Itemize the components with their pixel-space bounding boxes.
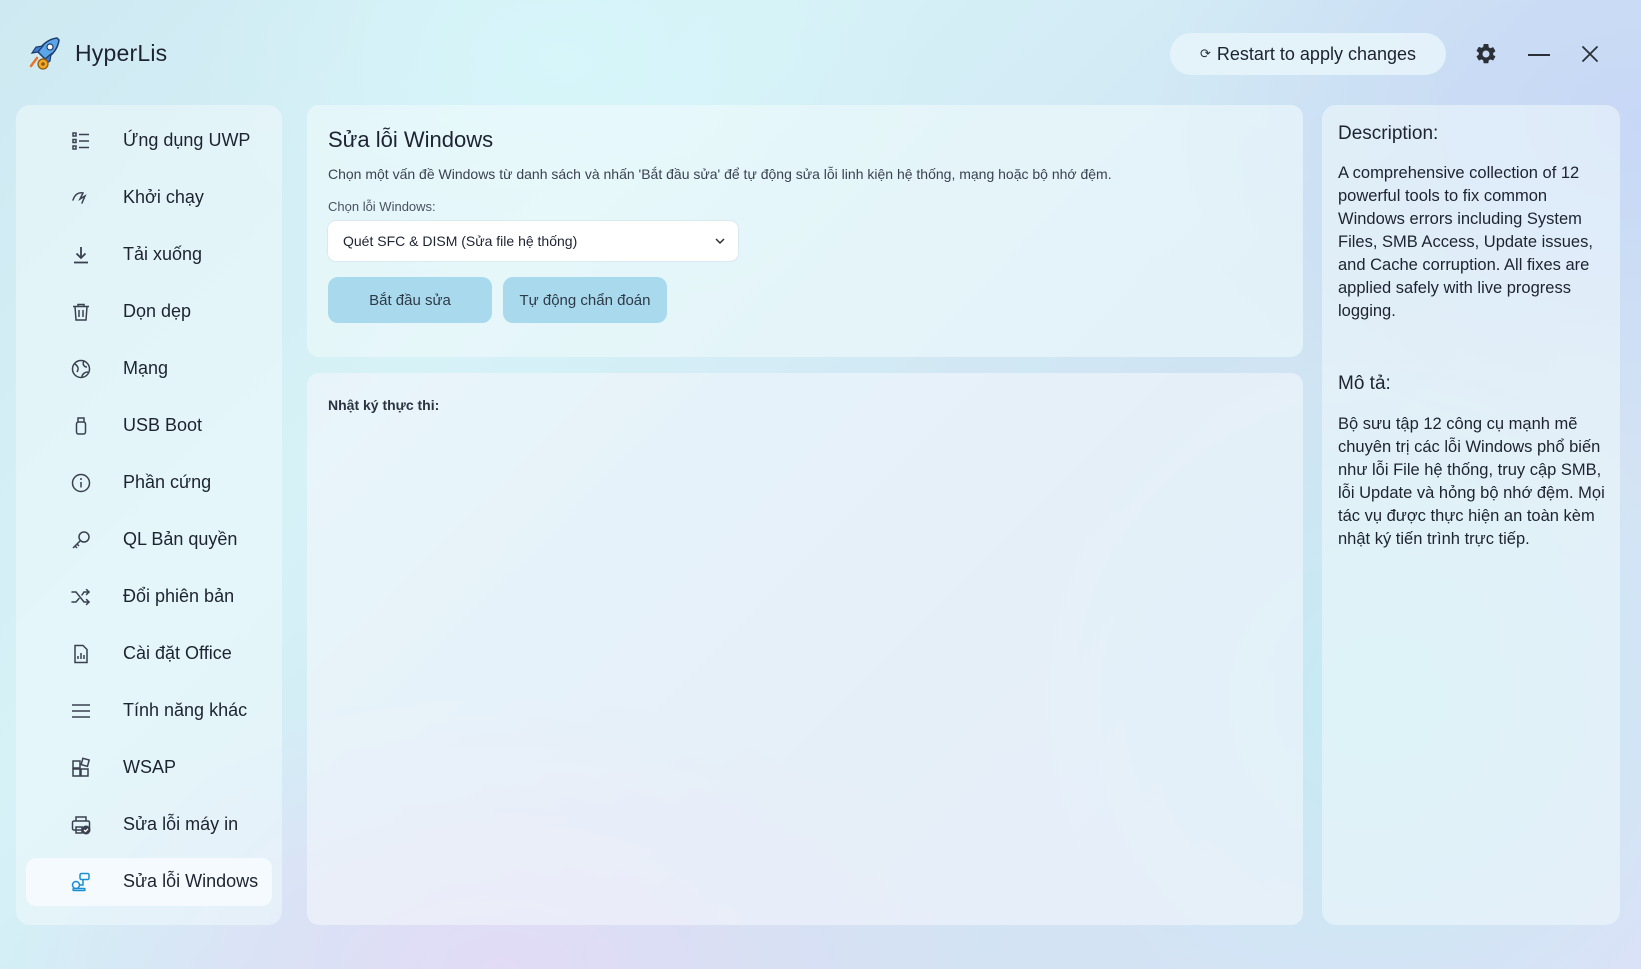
description-text: A comprehensive collection of 12 powerfu… — [1338, 164, 1593, 320]
windows-error-select[interactable]: Quét SFC & DISM (Sửa file hệ thống) — [328, 221, 738, 261]
sidebar-item-license[interactable]: QL Bản quyền — [26, 516, 272, 564]
sidebar-item-label: USB Boot — [123, 415, 203, 435]
sidebar-item-label: Ứng dụng UWP — [123, 130, 251, 150]
list-icon — [72, 132, 89, 150]
mota-heading: Mô tả: — [1338, 373, 1391, 394]
sidebar-item-office[interactable]: Cài đặt Office — [26, 630, 272, 678]
office-icon — [74, 644, 88, 664]
page-title: Sửa lỗi Windows — [328, 127, 494, 152]
sidebar-item-network[interactable]: Mạng — [26, 345, 272, 393]
sidebar-item-label: Đổi phiên bản — [123, 586, 235, 606]
sidebar-item-label: Tính năng khác — [123, 700, 248, 720]
globe-icon — [71, 359, 91, 379]
minimize-button[interactable] — [1526, 42, 1552, 66]
description-heading: Description: — [1338, 123, 1439, 144]
apps-icon — [72, 757, 91, 777]
restart-label: Restart to apply changes — [1216, 43, 1417, 64]
startup-icon — [72, 192, 87, 204]
auto-diagnose-button[interactable]: Tự động chẩn đoán — [503, 277, 667, 323]
download-icon — [74, 247, 88, 264]
refresh-icon: ⟳ — [1199, 46, 1211, 61]
key-icon — [72, 531, 90, 549]
sidebar-item-startup[interactable]: Khởi chạy — [26, 174, 272, 222]
restart-button[interactable]: ⟳ Restart to apply changes — [1170, 33, 1446, 75]
selected-option: Quét SFC & DISM (Sửa file hệ thống) — [343, 233, 578, 249]
sidebar: Ứng dụng UWP Khởi chạy Tải xuống Dọn dẹp… — [16, 105, 282, 925]
sidebar-item-wsap[interactable]: WSAP — [26, 744, 272, 792]
sidebar-item-label: Sửa lỗi máy in — [123, 814, 239, 834]
sidebar-item-label: Dọn dẹp — [123, 301, 192, 321]
sidebar-item-other-features[interactable]: Tính năng khác — [26, 687, 272, 735]
sidebar-item-hardware[interactable]: Phần cứng — [26, 459, 272, 507]
description-panel: Description: A comprehensive collection … — [1322, 105, 1620, 925]
sidebar-item-usb-boot[interactable]: USB Boot — [26, 402, 272, 450]
printer-icon — [71, 816, 91, 835]
sidebar-item-uwp-apps[interactable]: Ứng dụng UWP — [26, 117, 272, 165]
select-label: Chọn lỗi Windows: — [328, 199, 436, 214]
minimize-icon — [1528, 54, 1550, 56]
sidebar-item-downloads[interactable]: Tải xuống — [26, 231, 272, 279]
menu-icon — [72, 704, 90, 718]
sidebar-item-printer-fix[interactable]: Sửa lỗi máy in — [26, 801, 272, 849]
shuffle-icon — [71, 588, 91, 606]
sidebar-item-label: Sửa lỗi Windows — [123, 871, 259, 891]
app-title: HyperLis — [75, 40, 168, 66]
page-description: Chọn một vấn đề Windows từ danh sách và … — [328, 166, 1112, 182]
windows-fix-panel: Sửa lỗi Windows Chọn một vấn đề Windows … — [307, 105, 1303, 357]
sidebar-item-label: Tải xuống — [123, 244, 203, 264]
sidebar-item-label: Mạng — [123, 358, 169, 378]
windows-fix-icon — [71, 872, 90, 892]
sidebar-item-label: WSAP — [123, 757, 177, 777]
chevron-down-icon — [715, 238, 725, 245]
sidebar-item-label: Cài đặt Office — [123, 643, 232, 663]
trash-icon — [73, 303, 89, 321]
start-fix-button[interactable]: Bắt đầu sửa — [328, 277, 492, 323]
mota-text: Bộ sưu tập 12 công cụ mạnh mẽ chuyên trị… — [1338, 415, 1605, 548]
rocket-logo-icon — [29, 37, 60, 70]
title-bar: HyperLis ⟳ Restart to apply changes — [0, 0, 1641, 100]
usb-icon — [75, 417, 87, 435]
close-icon[interactable] — [1578, 42, 1602, 66]
info-icon — [71, 473, 91, 493]
sidebar-item-change-edition[interactable]: Đổi phiên bản — [26, 573, 272, 621]
sidebar-item-label: Khởi chạy — [123, 187, 204, 207]
gear-icon[interactable] — [1474, 42, 1498, 66]
log-label: Nhật ký thực thi: — [328, 397, 440, 413]
sidebar-item-windows-fix[interactable]: Sửa lỗi Windows — [26, 858, 272, 906]
sidebar-item-cleanup[interactable]: Dọn dẹp — [26, 288, 272, 336]
sidebar-item-label: QL Bản quyền — [123, 529, 238, 549]
sidebar-item-label: Phần cứng — [123, 472, 212, 492]
execution-log-panel: Nhật ký thực thi: — [307, 373, 1303, 925]
app-window: HyperLis ⟳ Restart to apply changes Ứng … — [0, 0, 1641, 969]
